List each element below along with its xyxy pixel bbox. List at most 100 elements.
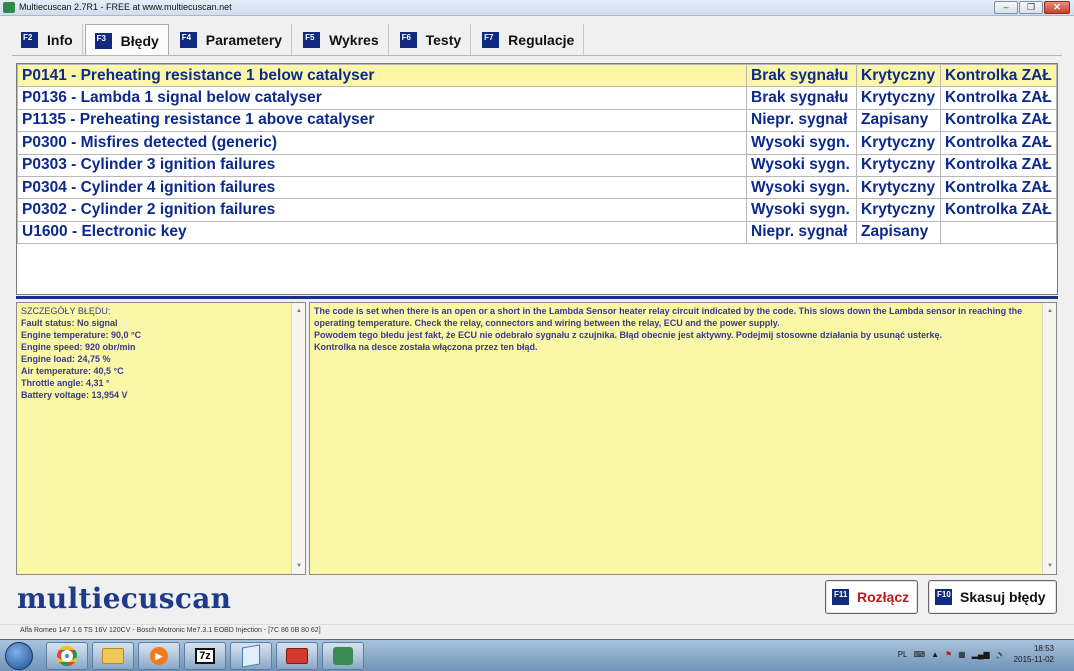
flag-icon[interactable]: ⚑	[945, 650, 952, 659]
clock-time: 18:53	[1033, 644, 1054, 653]
7zip-icon[interactable]: 7z	[184, 642, 226, 670]
windows-taskbar: ▶ 7z PL ⌨ ▲ ⚑ ▦ ▂▄▆ 🔈 18:53 2015-11-02	[0, 639, 1074, 671]
disconnect-label: Rozłącz	[857, 589, 910, 605]
signal-icon[interactable]: ▂▄▆	[972, 650, 990, 659]
error-lamp-cell: Kontrolka ZAŁ	[940, 86, 1057, 110]
error-lamp-cell: Kontrolka ZAŁ	[940, 175, 1057, 200]
error-row[interactable]: P1135 - Preheating resistance 1 above ca…	[17, 108, 1057, 133]
tab-chart[interactable]: F5 Wykres	[294, 24, 389, 56]
error-row[interactable]: U1600 - Electronic key Niepr. sygnał Zapis…	[17, 220, 1057, 245]
error-signal-cell: Brak sygnału	[746, 63, 857, 88]
error-row[interactable]: P0302 - Cylinder 2 ignition failures Wyso…	[17, 198, 1057, 222]
tab-label: Wykres	[329, 32, 379, 48]
f10-key-icon: F10	[935, 589, 952, 605]
empty-cell	[18, 266, 1057, 288]
details-line: Battery voltage: 13,954 V	[21, 390, 128, 400]
tab-info[interactable]: F2 Info	[12, 24, 83, 56]
error-row[interactable]: P0304 - Cylinder 4 ignition failures Wyso…	[17, 175, 1057, 200]
multiecuscan-logo: multiecuscan	[17, 582, 232, 615]
tray-expand-icon[interactable]: ▲	[931, 650, 939, 659]
scroll-down-icon[interactable]: ▼	[1043, 560, 1056, 572]
error-signal-cell: Wysoki sygn.	[746, 153, 857, 177]
empty-row	[18, 244, 1057, 266]
notepad-icon[interactable]	[230, 642, 272, 670]
app-icon	[3, 2, 15, 13]
tab-parameters[interactable]: F4 Parametery	[170, 24, 293, 56]
error-lamp-cell	[940, 220, 1057, 245]
error-type-cell: Krytyczny	[856, 131, 941, 155]
error-type-cell: Zapisany	[856, 108, 941, 133]
f11-key-icon: F11	[832, 589, 849, 605]
error-code-cell: P1135 - Preheating resistance 1 above ca…	[17, 108, 747, 133]
system-tray: PL ⌨ ▲ ⚑ ▦ ▂▄▆ 🔈 18:53 2015-11-02	[898, 643, 1054, 665]
error-row[interactable]: P0300 - Misfires detected (generic) Wysok…	[17, 131, 1057, 155]
error-signal-cell: Wysoki sygn.	[746, 131, 857, 155]
maximize-button[interactable]: ❐	[1019, 1, 1043, 14]
empty-row	[18, 266, 1057, 288]
toolbox-icon[interactable]	[276, 642, 318, 670]
f6-key-icon: F6	[399, 32, 417, 48]
tab-label: Błędy	[120, 32, 159, 49]
tab-label: Testy	[425, 32, 462, 48]
tab-label: Info	[47, 32, 73, 48]
error-type-cell: Zapisany	[856, 220, 941, 245]
error-signal-cell: Brak sygnału	[746, 86, 857, 110]
details-line: Engine temperature: 90,0 °C	[21, 330, 142, 340]
f5-key-icon: F5	[303, 32, 321, 48]
function-tabs: F2 Info F3 Błędy F4 Parametery F5 Wykres F6 T…	[12, 24, 586, 56]
error-code-cell: U1600 - Electronic key	[17, 220, 747, 245]
error-code-cell: P0302 - Cylinder 2 ignition failures	[17, 198, 747, 222]
error-type-cell: Krytyczny	[856, 86, 941, 110]
error-lamp-cell: Kontrolka ZAŁ	[940, 198, 1057, 222]
tab-tests[interactable]: F6 Testy	[390, 24, 472, 56]
volume-icon[interactable]: 🔈	[996, 650, 1006, 659]
error-type-cell: Krytyczny	[856, 198, 941, 222]
details-line: Fault status: No signal	[21, 318, 118, 328]
clock[interactable]: 18:53 2015-11-02	[1014, 643, 1054, 665]
7zip-label: 7z	[195, 648, 215, 664]
details-scrollbar[interactable]: ▲ ▼	[291, 303, 305, 574]
scroll-up-icon[interactable]: ▲	[1043, 305, 1056, 317]
error-type-cell: Krytyczny	[856, 153, 941, 177]
tab-divider	[12, 55, 1062, 56]
error-row[interactable]: P0141 - Preheating resistance 1 below ca…	[17, 63, 1057, 88]
scroll-down-icon[interactable]: ▼	[292, 560, 305, 572]
f7-key-icon: F7	[482, 32, 500, 48]
scroll-up-icon[interactable]: ▲	[292, 305, 305, 317]
empty-cell	[18, 244, 1057, 266]
error-code-cell: P0141 - Preheating resistance 1 below ca…	[17, 63, 747, 88]
tab-errors[interactable]: F3 Błędy	[84, 24, 169, 56]
description-scrollbar[interactable]: ▲ ▼	[1042, 303, 1056, 574]
chrome-icon[interactable]	[46, 642, 88, 670]
error-type-cell: Krytyczny	[856, 175, 941, 200]
error-lamp-cell: Kontrolka ZAŁ	[940, 131, 1057, 155]
window-title: Multiecuscan 2.7R1 - FREE at www.multiec…	[19, 2, 232, 12]
error-code-cell: P0300 - Misfires detected (generic)	[17, 131, 747, 155]
details-line: Engine speed: 920 obr/min	[21, 342, 136, 352]
multiecuscan-icon[interactable]	[322, 642, 364, 670]
f3-key-icon: F3	[94, 32, 112, 49]
details-line: Engine load: 24,75 %	[21, 354, 111, 364]
error-list: P0141 - Preheating resistance 1 below ca…	[16, 63, 1058, 295]
error-signal-cell: Niepr. sygnał	[746, 108, 857, 133]
splitter[interactable]	[16, 296, 1058, 299]
keyboard-icon[interactable]: ⌨	[914, 650, 926, 659]
details-line: Throttle angle: 4,31 °	[21, 378, 110, 388]
start-orb-icon[interactable]	[5, 642, 33, 670]
clear-errors-button[interactable]: F10 Skasuj błędy	[928, 580, 1057, 614]
error-description-panel: The code is set when there is an open or…	[309, 302, 1057, 575]
details-line: Air temperature: 40,5 °C	[21, 366, 124, 376]
media-icon[interactable]: ▶	[138, 642, 180, 670]
clock-date: 2015-11-02	[1013, 655, 1054, 664]
disconnect-button[interactable]: F11 Rozłącz	[825, 580, 918, 614]
tab-label: Regulacje	[508, 32, 575, 48]
error-row[interactable]: P0303 - Cylinder 3 ignition failures Wyso…	[17, 153, 1057, 177]
error-row[interactable]: P0136 - Lambda 1 signal below catalyser B…	[17, 86, 1057, 110]
title-bar: Multiecuscan 2.7R1 - FREE at www.multiec…	[0, 0, 1074, 16]
language-indicator[interactable]: PL	[898, 650, 908, 659]
network-icon[interactable]: ▦	[958, 650, 966, 659]
tab-adjustments[interactable]: F7 Regulacje	[473, 24, 585, 56]
explorer-icon[interactable]	[92, 642, 134, 670]
close-button[interactable]: ✕	[1044, 1, 1070, 14]
minimize-button[interactable]: ‒	[994, 1, 1018, 14]
